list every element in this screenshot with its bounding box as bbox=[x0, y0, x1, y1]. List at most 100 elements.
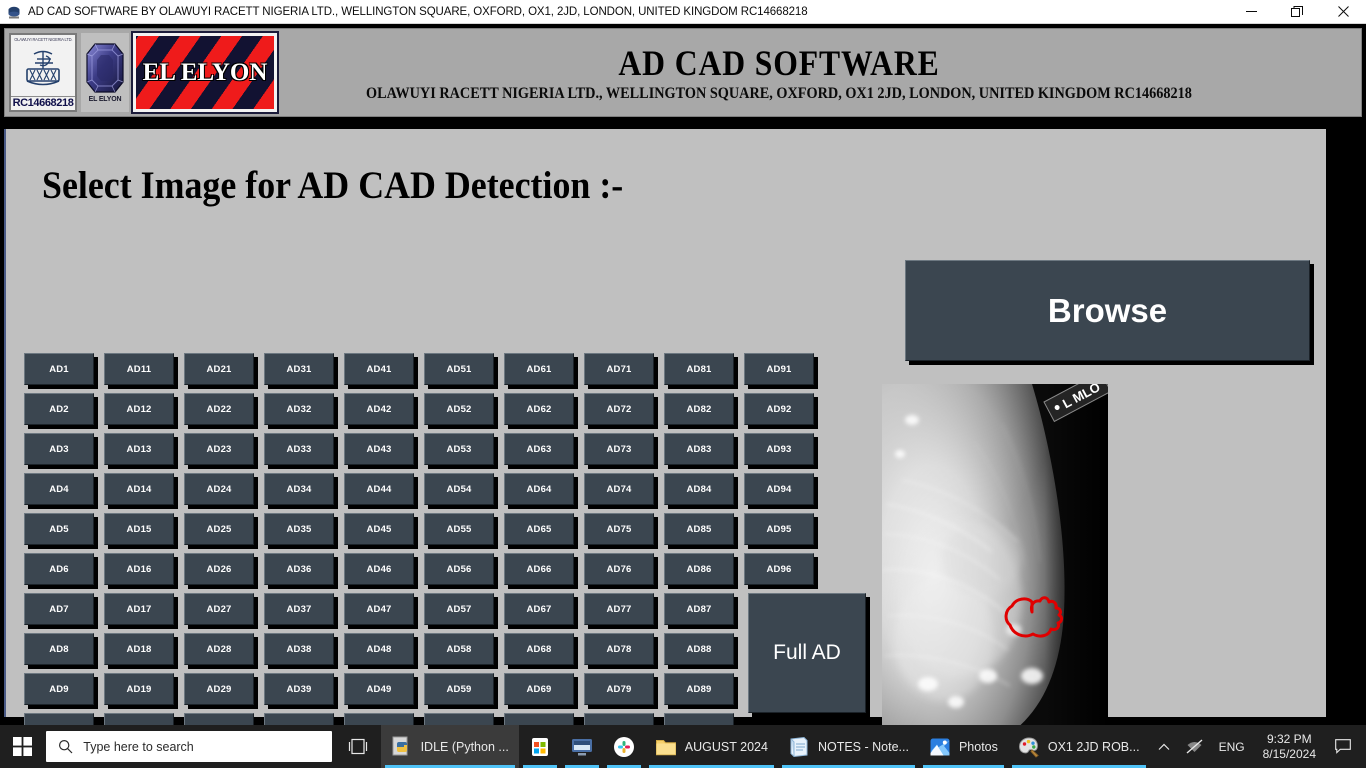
ad-image-button[interactable]: AD44 bbox=[344, 473, 414, 505]
ad-image-button[interactable]: AD77 bbox=[584, 593, 654, 625]
ad-image-button[interactable]: AD36 bbox=[264, 553, 334, 585]
ad-image-button[interactable]: AD16 bbox=[104, 553, 174, 585]
ad-image-button[interactable]: AD13 bbox=[104, 433, 174, 465]
ad-image-button[interactable]: AD93 bbox=[744, 433, 814, 465]
ad-image-button[interactable]: AD51 bbox=[424, 353, 494, 385]
taskbar-app-paint[interactable]: OX1 2JD ROB... bbox=[1008, 725, 1150, 768]
show-desktop-button[interactable] bbox=[1360, 725, 1366, 768]
ad-image-button[interactable]: AD89 bbox=[664, 673, 734, 705]
ad-image-button[interactable]: AD94 bbox=[744, 473, 814, 505]
ad-image-button[interactable]: AD57 bbox=[424, 593, 494, 625]
ad-image-button[interactable]: AD14 bbox=[104, 473, 174, 505]
ad-image-button[interactable]: AD86 bbox=[664, 553, 734, 585]
ad-image-button[interactable]: AD78 bbox=[584, 633, 654, 665]
ad-image-button[interactable]: AD52 bbox=[424, 393, 494, 425]
ad-image-button[interactable]: AD53 bbox=[424, 433, 494, 465]
ad-image-button[interactable]: AD27 bbox=[184, 593, 254, 625]
ad-image-button[interactable]: AD12 bbox=[104, 393, 174, 425]
ad-image-button[interactable]: AD68 bbox=[504, 633, 574, 665]
ad-image-button[interactable]: AD8 bbox=[24, 633, 94, 665]
close-button[interactable] bbox=[1320, 0, 1366, 24]
ad-image-button[interactable]: AD2 bbox=[24, 393, 94, 425]
ad-image-button[interactable]: AD66 bbox=[504, 553, 574, 585]
ad-image-button[interactable]: AD26 bbox=[184, 553, 254, 585]
ad-image-button[interactable]: AD4 bbox=[24, 473, 94, 505]
ad-image-button[interactable]: AD24 bbox=[184, 473, 254, 505]
ad-image-button[interactable]: AD62 bbox=[504, 393, 574, 425]
ad-image-button[interactable]: AD47 bbox=[344, 593, 414, 625]
show-hidden-icons-button[interactable] bbox=[1150, 725, 1178, 768]
ad-image-button[interactable]: AD19 bbox=[104, 673, 174, 705]
ad-image-button[interactable]: AD83 bbox=[664, 433, 734, 465]
ad-image-button[interactable]: AD69 bbox=[504, 673, 574, 705]
ad-image-button[interactable]: AD85 bbox=[664, 513, 734, 545]
ad-image-button[interactable]: AD63 bbox=[504, 433, 574, 465]
ad-image-button[interactable]: AD73 bbox=[584, 433, 654, 465]
ad-image-button[interactable]: AD1 bbox=[24, 353, 94, 385]
task-view-button[interactable] bbox=[336, 725, 380, 768]
ad-image-button[interactable]: AD59 bbox=[424, 673, 494, 705]
ad-image-button[interactable]: AD96 bbox=[744, 553, 814, 585]
taskbar-app-folder[interactable]: AUGUST 2024 bbox=[645, 725, 778, 768]
ad-image-button[interactable]: AD45 bbox=[344, 513, 414, 545]
ad-image-button[interactable]: AD67 bbox=[504, 593, 574, 625]
ad-image-button[interactable]: AD23 bbox=[184, 433, 254, 465]
minimize-button[interactable] bbox=[1228, 0, 1274, 24]
ad-image-button[interactable]: AD72 bbox=[584, 393, 654, 425]
ad-image-button[interactable]: AD28 bbox=[184, 633, 254, 665]
full-ad-button[interactable]: Full AD bbox=[748, 593, 866, 713]
clock[interactable]: 9:32 PM 8/15/2024 bbox=[1253, 725, 1326, 768]
taskbar-app-python-idle[interactable]: IDLE (Python ... bbox=[380, 725, 519, 768]
action-center-button[interactable] bbox=[1326, 725, 1360, 768]
ad-image-button[interactable]: AD54 bbox=[424, 473, 494, 505]
ad-image-button[interactable]: AD33 bbox=[264, 433, 334, 465]
taskbar-app-notepad[interactable]: NOTES - Note... bbox=[778, 725, 919, 768]
taskbar-app-photos[interactable]: Photos bbox=[919, 725, 1008, 768]
network-icon[interactable] bbox=[1178, 725, 1211, 768]
ad-image-button[interactable]: AD88 bbox=[664, 633, 734, 665]
ad-image-button[interactable]: AD7 bbox=[24, 593, 94, 625]
search-input[interactable]: Type here to search bbox=[46, 731, 333, 762]
ad-image-button[interactable]: AD3 bbox=[24, 433, 94, 465]
maximize-restore-button[interactable] bbox=[1274, 0, 1320, 24]
ad-image-button[interactable]: AD61 bbox=[504, 353, 574, 385]
ad-image-button[interactable]: AD82 bbox=[664, 393, 734, 425]
ad-image-button[interactable]: AD92 bbox=[744, 393, 814, 425]
ad-image-button[interactable]: AD55 bbox=[424, 513, 494, 545]
ad-image-button[interactable]: AD58 bbox=[424, 633, 494, 665]
ad-image-button[interactable]: AD21 bbox=[184, 353, 254, 385]
ad-image-button[interactable]: AD75 bbox=[584, 513, 654, 545]
ad-image-button[interactable]: AD31 bbox=[264, 353, 334, 385]
ad-image-button[interactable]: AD71 bbox=[584, 353, 654, 385]
ad-image-button[interactable]: AD81 bbox=[664, 353, 734, 385]
ad-image-button[interactable]: AD11 bbox=[104, 353, 174, 385]
ad-image-button[interactable]: AD18 bbox=[104, 633, 174, 665]
ad-image-button[interactable]: AD32 bbox=[264, 393, 334, 425]
taskbar-app-remote-desktop[interactable] bbox=[561, 725, 603, 768]
start-button[interactable] bbox=[0, 725, 44, 768]
ad-image-button[interactable]: AD25 bbox=[184, 513, 254, 545]
taskbar-app-slack[interactable] bbox=[603, 725, 645, 768]
ad-image-button[interactable]: AD5 bbox=[24, 513, 94, 545]
ad-image-button[interactable]: AD29 bbox=[184, 673, 254, 705]
ad-image-button[interactable]: AD17 bbox=[104, 593, 174, 625]
ad-image-button[interactable]: AD6 bbox=[24, 553, 94, 585]
mammogram-preview[interactable]: L MLO R MI bbox=[882, 384, 1108, 750]
ad-image-button[interactable]: AD38 bbox=[264, 633, 334, 665]
ad-image-button[interactable]: AD76 bbox=[584, 553, 654, 585]
ad-image-button[interactable]: AD37 bbox=[264, 593, 334, 625]
ad-image-button[interactable]: AD35 bbox=[264, 513, 334, 545]
ad-image-button[interactable]: AD95 bbox=[744, 513, 814, 545]
ad-image-button[interactable]: AD65 bbox=[504, 513, 574, 545]
browse-button[interactable]: Browse bbox=[905, 260, 1310, 361]
ad-image-button[interactable]: AD48 bbox=[344, 633, 414, 665]
language-indicator[interactable]: ENG bbox=[1211, 725, 1253, 768]
ad-image-button[interactable]: AD39 bbox=[264, 673, 334, 705]
ad-image-button[interactable]: AD46 bbox=[344, 553, 414, 585]
ad-image-button[interactable]: AD34 bbox=[264, 473, 334, 505]
ad-image-button[interactable]: AD64 bbox=[504, 473, 574, 505]
ad-image-button[interactable]: AD87 bbox=[664, 593, 734, 625]
ad-image-button[interactable]: AD42 bbox=[344, 393, 414, 425]
ad-image-button[interactable]: AD74 bbox=[584, 473, 654, 505]
ad-image-button[interactable]: AD43 bbox=[344, 433, 414, 465]
